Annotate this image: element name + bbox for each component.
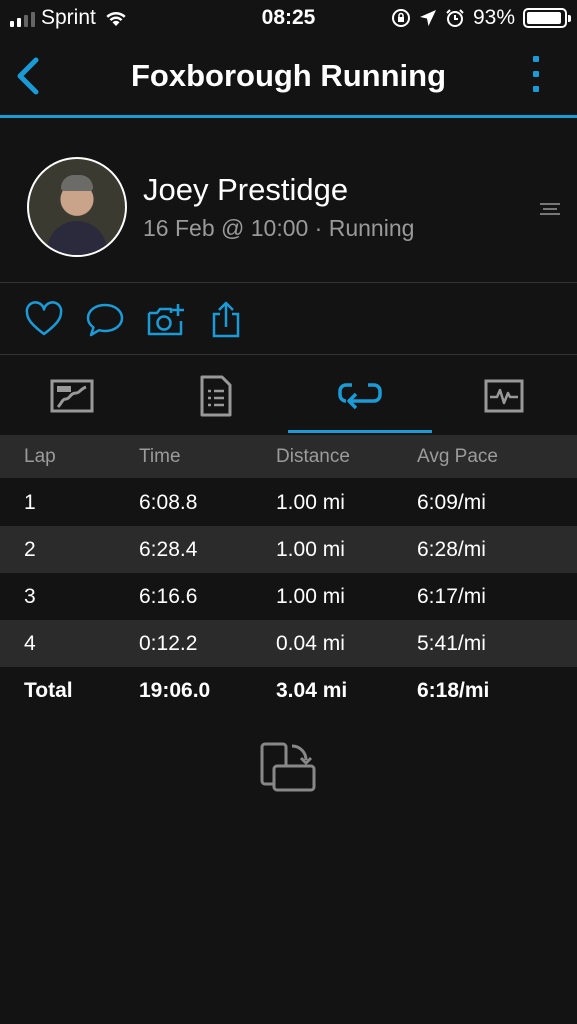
table-row[interactable]: 3 6:16.6 1.00 mi 6:17/mi xyxy=(0,573,577,620)
total-distance: 3.04 mi xyxy=(276,679,348,702)
battery-percent: 93% xyxy=(472,6,515,29)
avatar[interactable] xyxy=(27,157,127,257)
laps-icon xyxy=(338,383,382,410)
lap-distance: 1.00 mi xyxy=(276,538,345,561)
activity-meta: 16 Feb @ 10:00 · Running xyxy=(143,215,415,241)
lap-pace: 6:09/mi xyxy=(417,491,486,514)
divider xyxy=(0,354,577,355)
total-label: Total xyxy=(24,679,73,702)
tab-laps[interactable] xyxy=(288,360,432,432)
status-right: 93% xyxy=(391,6,571,30)
battery-icon xyxy=(523,8,571,28)
orientation-lock-icon xyxy=(391,9,410,27)
lap-time: 0:12.2 xyxy=(139,632,198,655)
lap-pace: 5:41/mi xyxy=(417,632,486,655)
table-row[interactable]: 1 6:08.8 1.00 mi 6:09/mi xyxy=(0,479,577,526)
details-icon xyxy=(200,375,232,417)
alarm-icon xyxy=(446,9,464,27)
rotate-device-icon[interactable] xyxy=(258,740,318,796)
lap-pace: 6:28/mi xyxy=(417,538,486,561)
drag-handle-icon[interactable] xyxy=(540,200,560,218)
nav-divider xyxy=(0,115,577,118)
total-pace: 6:18/mi xyxy=(417,679,490,702)
column-header-distance: Distance xyxy=(276,446,350,467)
tab-details[interactable] xyxy=(144,360,288,432)
table-header: Lap Time Distance Avg Pace xyxy=(0,435,577,478)
lap-number: 1 xyxy=(24,491,36,514)
table-row[interactable]: 4 0:12.2 0.04 mi 5:41/mi xyxy=(0,620,577,667)
column-header-avg-pace: Avg Pace xyxy=(417,446,498,467)
more-vertical-icon[interactable] xyxy=(531,56,541,92)
column-header-lap: Lap xyxy=(24,446,56,467)
lap-number: 3 xyxy=(24,585,36,608)
share-icon[interactable] xyxy=(206,300,246,340)
comment-icon[interactable] xyxy=(85,300,125,340)
charts-icon xyxy=(484,379,524,413)
lap-number: 4 xyxy=(24,632,36,655)
lap-distance: 0.04 mi xyxy=(276,632,345,655)
tab-charts[interactable] xyxy=(432,360,576,432)
nav-bar: Foxborough Running xyxy=(0,38,577,115)
lap-time: 6:08.8 xyxy=(139,491,198,514)
lap-distance: 1.00 mi xyxy=(276,491,345,514)
tab-map[interactable] xyxy=(0,360,144,432)
table-row[interactable]: 2 6:28.4 1.00 mi 6:28/mi xyxy=(0,526,577,573)
add-photo-icon[interactable] xyxy=(146,300,186,340)
map-icon xyxy=(50,379,94,413)
active-tab-indicator xyxy=(288,430,432,433)
status-bar: Sprint 08:25 93% xyxy=(0,0,577,38)
total-time: 19:06.0 xyxy=(139,679,211,702)
lap-time: 6:28.4 xyxy=(139,538,198,561)
table-total-row: Total 19:06.0 3.04 mi 6:18/mi xyxy=(0,667,577,714)
lap-number: 2 xyxy=(24,538,36,561)
page-title: Foxborough Running xyxy=(130,58,447,93)
heart-icon[interactable] xyxy=(24,300,64,340)
lap-distance: 1.00 mi xyxy=(276,585,345,608)
lap-pace: 6:17/mi xyxy=(417,585,486,608)
column-header-time: Time xyxy=(139,446,181,467)
lap-time: 6:16.6 xyxy=(139,585,198,608)
location-arrow-icon xyxy=(419,10,436,26)
user-name[interactable]: Joey Prestidge xyxy=(143,172,348,208)
divider xyxy=(0,282,577,283)
